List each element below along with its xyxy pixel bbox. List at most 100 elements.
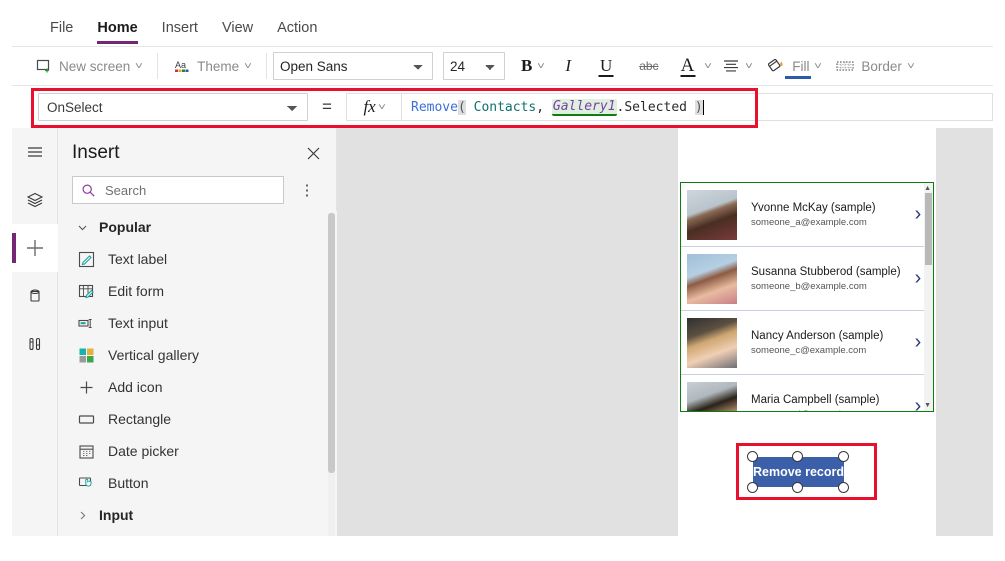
list-item-text-input[interactable]: Text input (58, 307, 337, 339)
list-item-label: Text label (108, 251, 168, 267)
rail-item-hamburger[interactable] (12, 128, 58, 176)
tree-view-icon (25, 190, 45, 210)
search-icon (81, 183, 96, 198)
list-item-label: Text input (108, 315, 168, 331)
date-picker-icon (76, 441, 96, 461)
strikethrough-icon: abc (639, 59, 659, 73)
avatar (687, 317, 737, 368)
avatar (687, 253, 737, 304)
property-select[interactable]: OnSelect (38, 93, 308, 121)
gallery-item-email: someone_b@example.com (751, 280, 867, 292)
bold-icon: B (521, 56, 533, 75)
list-item-label: Add icon (108, 379, 163, 395)
hamburger-menu-icon (25, 142, 45, 162)
list-item-date-picker[interactable]: Date picker (58, 435, 337, 467)
button-icon (76, 473, 96, 493)
theme-label: Theme (197, 58, 240, 74)
divider (266, 53, 267, 79)
list-item-label: Date picker (108, 443, 179, 459)
menu-item-file[interactable]: File (38, 10, 85, 46)
gallery-item-email: someone_a@example.com (751, 216, 867, 228)
menu-item-insert[interactable]: Insert (150, 10, 210, 46)
rail-item-insert[interactable] (12, 224, 58, 272)
panel-title: Insert (72, 142, 120, 163)
fill-button[interactable]: Fill ˅ (759, 51, 828, 81)
avatar (687, 381, 737, 411)
app-screen[interactable]: Yvonne McKay (sample) someone_a@example.… (678, 128, 936, 536)
close-icon[interactable] (302, 142, 324, 164)
list-item-add-icon[interactable]: Add icon (58, 371, 337, 403)
text-caret (702, 99, 704, 115)
resize-handle-top-center[interactable] (792, 451, 803, 462)
list-item-text-label[interactable]: Text label (58, 243, 337, 275)
rail-item-data[interactable] (12, 272, 58, 320)
gallery-control[interactable]: Yvonne McKay (sample) someone_a@example.… (680, 182, 934, 412)
group-header-input[interactable]: Input (58, 499, 337, 531)
underline-button[interactable]: U (595, 51, 617, 81)
menu-bar: File Home Insert View Action (12, 9, 993, 47)
list-item-rectangle[interactable]: Rectangle (58, 403, 337, 435)
bold-button[interactable]: B ˅ (515, 51, 550, 81)
text-input-icon (76, 313, 96, 333)
resize-handle-bottom-right[interactable] (838, 482, 849, 493)
rail-item-media[interactable] (12, 320, 58, 368)
powerapps-studio: File Home Insert View Action New screen … (0, 0, 1005, 561)
border-button[interactable]: Border ˅ (828, 51, 920, 81)
gallery-item-name: Nancy Anderson (sample) (751, 329, 884, 342)
group-header-popular[interactable]: Popular (58, 211, 337, 243)
formula-token-table: Contacts (473, 99, 537, 115)
vertical-gallery-icon (76, 345, 96, 365)
scroll-down-arrow-icon[interactable]: ▼ (924, 402, 931, 409)
resize-handle-bottom-left[interactable] (747, 482, 758, 493)
rail-item-tree-view[interactable] (12, 176, 58, 224)
panel-scrollbar-thumb[interactable] (328, 213, 335, 473)
strikethrough-button[interactable]: abc (635, 51, 662, 81)
formula-input[interactable]: Remove( Contacts, Gallery1 .Selected ) (402, 93, 993, 121)
list-item-edit-form[interactable]: Edit form (58, 275, 337, 307)
list-item-label: Edit form (108, 283, 165, 299)
list-item-label: Button (108, 475, 149, 491)
align-button[interactable]: ˅ (715, 51, 759, 81)
italic-button[interactable]: I (557, 51, 579, 81)
new-screen-button[interactable]: New screen ˅ (26, 51, 151, 81)
search-box[interactable] (72, 176, 284, 204)
search-input[interactable] (103, 181, 275, 199)
gallery-item[interactable]: Yvonne McKay (sample) someone_a@example.… (681, 183, 933, 247)
gallery-scrollbar-track[interactable]: ▲ ▼ (924, 183, 933, 411)
theme-icon: Aa (173, 57, 191, 75)
chevron-down-icon: ˅ (906, 60, 915, 72)
fx-button[interactable]: fx ˅ (346, 93, 402, 121)
gallery-item[interactable]: Maria Campbell (sample) someone_d@exampl… (681, 375, 933, 411)
list-item-button[interactable]: Button (58, 467, 337, 499)
scroll-up-arrow-icon[interactable]: ▲ (924, 185, 931, 192)
resize-handle-bottom-center[interactable] (792, 482, 803, 493)
font-color-button[interactable]: A ˅ (672, 51, 716, 81)
gallery-item-email: someone_c@example.com (751, 344, 867, 356)
resize-handle-top-right[interactable] (838, 451, 849, 462)
underline-bar (598, 74, 614, 77)
resize-handle-top-left[interactable] (747, 451, 758, 462)
gallery-scrollbar-thumb[interactable] (925, 193, 932, 265)
text-label-icon (76, 249, 96, 269)
menu-item-view[interactable]: View (210, 10, 265, 46)
avatar (687, 189, 737, 240)
panel-more-options-button[interactable]: ⋮ (296, 178, 318, 202)
chevron-down-icon: ˅ (135, 60, 144, 72)
formula-token-space (466, 100, 474, 115)
font-family-select[interactable]: Open Sans (273, 52, 433, 80)
insert-plus-icon (23, 236, 47, 260)
list-item-vertical-gallery[interactable]: Vertical gallery (58, 339, 337, 371)
list-item-label: Vertical gallery (108, 347, 200, 363)
chevron-down-icon: ˅ (377, 101, 386, 113)
gallery-item-name: Maria Campbell (sample) (751, 393, 880, 406)
menu-item-action[interactable]: Action (265, 10, 329, 46)
menu-item-home[interactable]: Home (85, 10, 149, 46)
font-size-select[interactable]: 24 (443, 52, 505, 80)
gallery-item-name: Yvonne McKay (sample) (751, 201, 876, 214)
theme-button[interactable]: Aa Theme ˅ (164, 51, 260, 81)
gallery-item[interactable]: Nancy Anderson (sample) someone_c@exampl… (681, 311, 933, 375)
fx-icon: fx (363, 97, 376, 116)
app-canvas[interactable]: Yvonne McKay (sample) someone_a@example.… (337, 128, 993, 536)
add-icon (76, 377, 96, 397)
gallery-item[interactable]: Susanna Stubberod (sample) someone_b@exa… (681, 247, 933, 311)
